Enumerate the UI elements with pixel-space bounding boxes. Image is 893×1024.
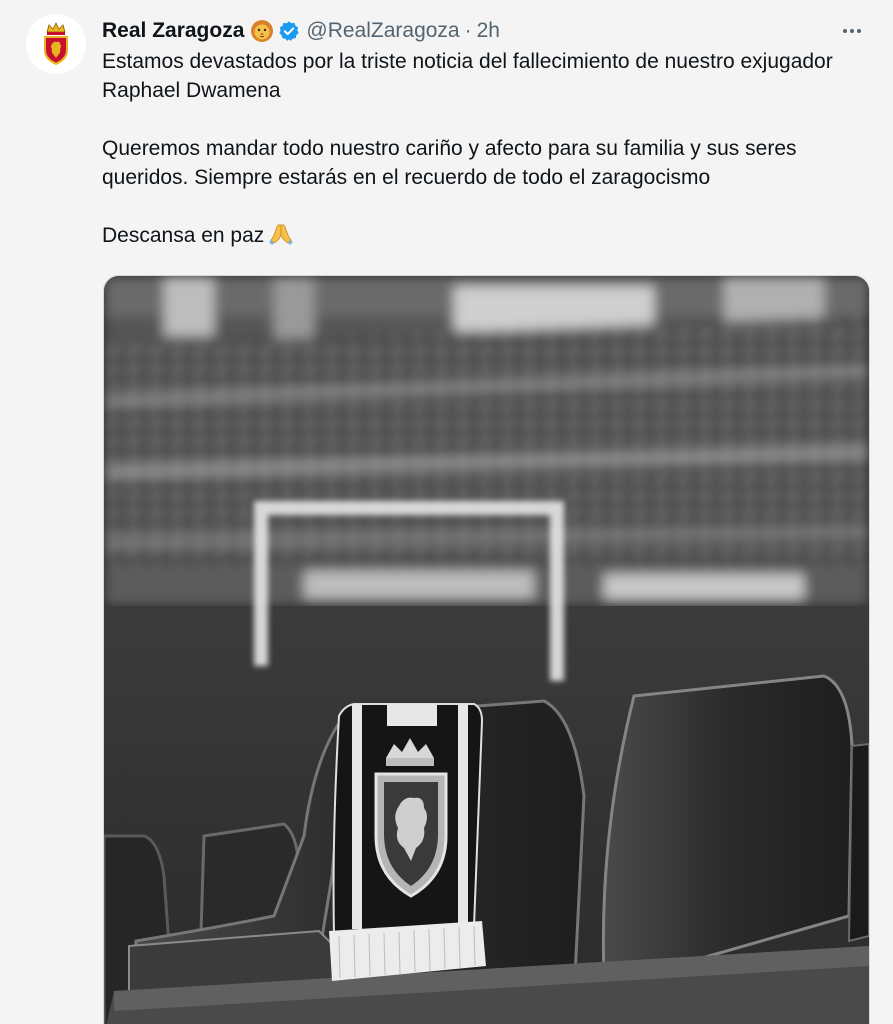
tweet-closing-text: Descansa en paz	[102, 224, 265, 247]
display-name[interactable]: Real Zaragoza	[102, 19, 244, 43]
separator-dot: ·	[464, 19, 472, 42]
tweet[interactable]: Real Zaragoza @RealZaragoza · 2h Estamos…	[0, 0, 893, 1024]
tweet-header: Real Zaragoza @RealZaragoza · 2h	[102, 14, 500, 48]
tweet-paragraph: Queremos mandar todo nuestro cariño y af…	[102, 137, 797, 189]
folded-hands-icon	[268, 221, 294, 253]
stadium-seat-scarf-image	[104, 276, 869, 1024]
real-zaragoza-crest-icon	[44, 22, 68, 65]
avatar[interactable]	[26, 14, 86, 74]
lion-face-icon	[250, 19, 274, 43]
verified-badge-icon[interactable]	[278, 20, 300, 42]
more-horizontal-icon[interactable]	[839, 18, 865, 44]
tweet-text: Estamos devastados por la triste noticia…	[102, 47, 872, 253]
tweet-photo[interactable]	[103, 275, 870, 1024]
tweet-paragraph: Estamos devastados por la triste noticia…	[102, 50, 833, 102]
tweet-paragraph-closing: Descansa en paz	[102, 221, 872, 253]
timestamp[interactable]: 2h	[477, 19, 500, 43]
handle[interactable]: @RealZaragoza	[306, 19, 459, 43]
